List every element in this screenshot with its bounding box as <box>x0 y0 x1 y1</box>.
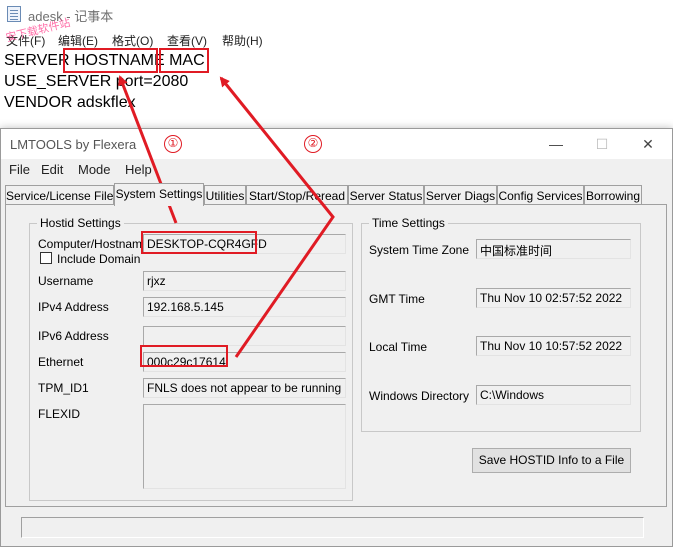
computer-hostname-field[interactable]: DESKTOP-CQR4GFD <box>143 234 346 254</box>
tab-utilities[interactable]: Utilities <box>204 185 246 205</box>
windows-directory-label: Windows Directory <box>369 389 470 403</box>
ipv4-field[interactable]: 192.168.5.145 <box>143 297 346 317</box>
tab-service-license-file[interactable]: Service/License File <box>5 185 114 205</box>
lmtools-menu-mode[interactable]: Mode <box>78 162 111 177</box>
computer-hostname-label: Computer/Hostname <box>38 237 149 251</box>
notepad-app-icon <box>7 6 21 22</box>
ipv6-field[interactable] <box>143 326 346 346</box>
include-domain-label: Include Domain <box>57 252 141 266</box>
notepad-menu-format[interactable]: 格式(O) <box>112 32 153 49</box>
lmtools-menu-file[interactable]: File <box>9 162 30 177</box>
notepad-menubar: 文件(F) 编辑(E) 格式(O) 查看(V) 帮助(H) <box>0 28 673 50</box>
system-time-zone-label: System Time Zone <box>369 243 470 257</box>
lmtools-menu-edit[interactable]: Edit <box>41 162 63 177</box>
tab-server-diags[interactable]: Server Diags <box>424 185 497 205</box>
gmt-time-label: GMT Time <box>369 292 425 306</box>
notepad-menu-help[interactable]: 帮助(H) <box>222 32 263 49</box>
close-icon[interactable]: ✕ <box>625 129 671 159</box>
local-time-field[interactable]: Thu Nov 10 10:57:52 2022 <box>476 336 631 356</box>
maximize-icon[interactable]: ☐ <box>579 129 625 159</box>
username-label: Username <box>38 274 94 288</box>
notepad-menu-edit[interactable]: 编辑(E) <box>58 32 98 49</box>
system-time-zone-field[interactable]: 中国标准时间 <box>476 239 631 259</box>
minimize-icon[interactable]: — <box>533 129 579 159</box>
lmtools-titlebar[interactable]: LMTOOLS by Flexera — ☐ ✕ <box>1 129 672 159</box>
lmtools-title: LMTOOLS by Flexera <box>10 137 137 152</box>
ethernet-field[interactable]: 000c29c17614 <box>143 352 346 372</box>
windows-directory-field[interactable]: C:\Windows <box>476 385 631 405</box>
system-settings-panel: Hostid Settings Computer/Hostname DESKTO… <box>5 204 667 507</box>
flexid-textarea[interactable] <box>143 404 346 489</box>
tab-system-settings[interactable]: System Settings <box>114 183 204 206</box>
license-line-vendor: VENDOR adskflex <box>4 94 136 111</box>
tab-strip: Service/License File System Settings Uti… <box>5 183 669 206</box>
ethernet-label: Ethernet <box>38 355 84 369</box>
include-domain-checkbox[interactable] <box>40 252 52 264</box>
hostid-settings-label: Hostid Settings <box>37 216 124 230</box>
time-settings-group: Time Settings System Time Zone 中国标准时间 GM… <box>361 216 641 432</box>
tpm-id-label: TPM_ID1 <box>38 381 89 395</box>
mac-highlight-box <box>159 48 209 73</box>
notepad-titlebar[interactable]: adesk - 记事本 <box>0 0 673 28</box>
hostname-highlight-box <box>63 48 158 73</box>
ipv4-label: IPv4 Address <box>38 300 109 314</box>
notepad-menu-view[interactable]: 查看(V) <box>167 32 207 49</box>
gmt-time-field[interactable]: Thu Nov 10 02:57:52 2022 <box>476 288 631 308</box>
ipv6-label: IPv6 Address <box>38 329 109 343</box>
save-hostid-button[interactable]: Save HOSTID Info to a File <box>472 448 631 473</box>
tab-start-stop-reread[interactable]: Start/Stop/Reread <box>246 185 348 205</box>
lmtools-menubar: File Edit Mode Help <box>1 159 672 181</box>
tab-borrowing[interactable]: Borrowing <box>584 185 642 205</box>
license-line-use-server: USE_SERVER port=2080 <box>4 73 189 90</box>
hostid-settings-group: Hostid Settings Computer/Hostname DESKTO… <box>29 216 353 501</box>
flexid-label: FLEXID <box>38 407 81 421</box>
lmtools-window: LMTOOLS by Flexera — ☐ ✕ File Edit Mode … <box>0 128 673 547</box>
time-settings-label: Time Settings <box>369 216 448 230</box>
local-time-label: Local Time <box>369 340 428 354</box>
username-field[interactable]: rjxz <box>143 271 346 291</box>
tab-server-status[interactable]: Server Status <box>348 185 424 205</box>
lmtools-menu-help[interactable]: Help <box>125 162 152 177</box>
status-bar <box>21 517 644 538</box>
tab-config-services[interactable]: Config Services <box>497 185 584 205</box>
tpm-id-field[interactable]: FNLS does not appear to be running <box>143 378 346 398</box>
